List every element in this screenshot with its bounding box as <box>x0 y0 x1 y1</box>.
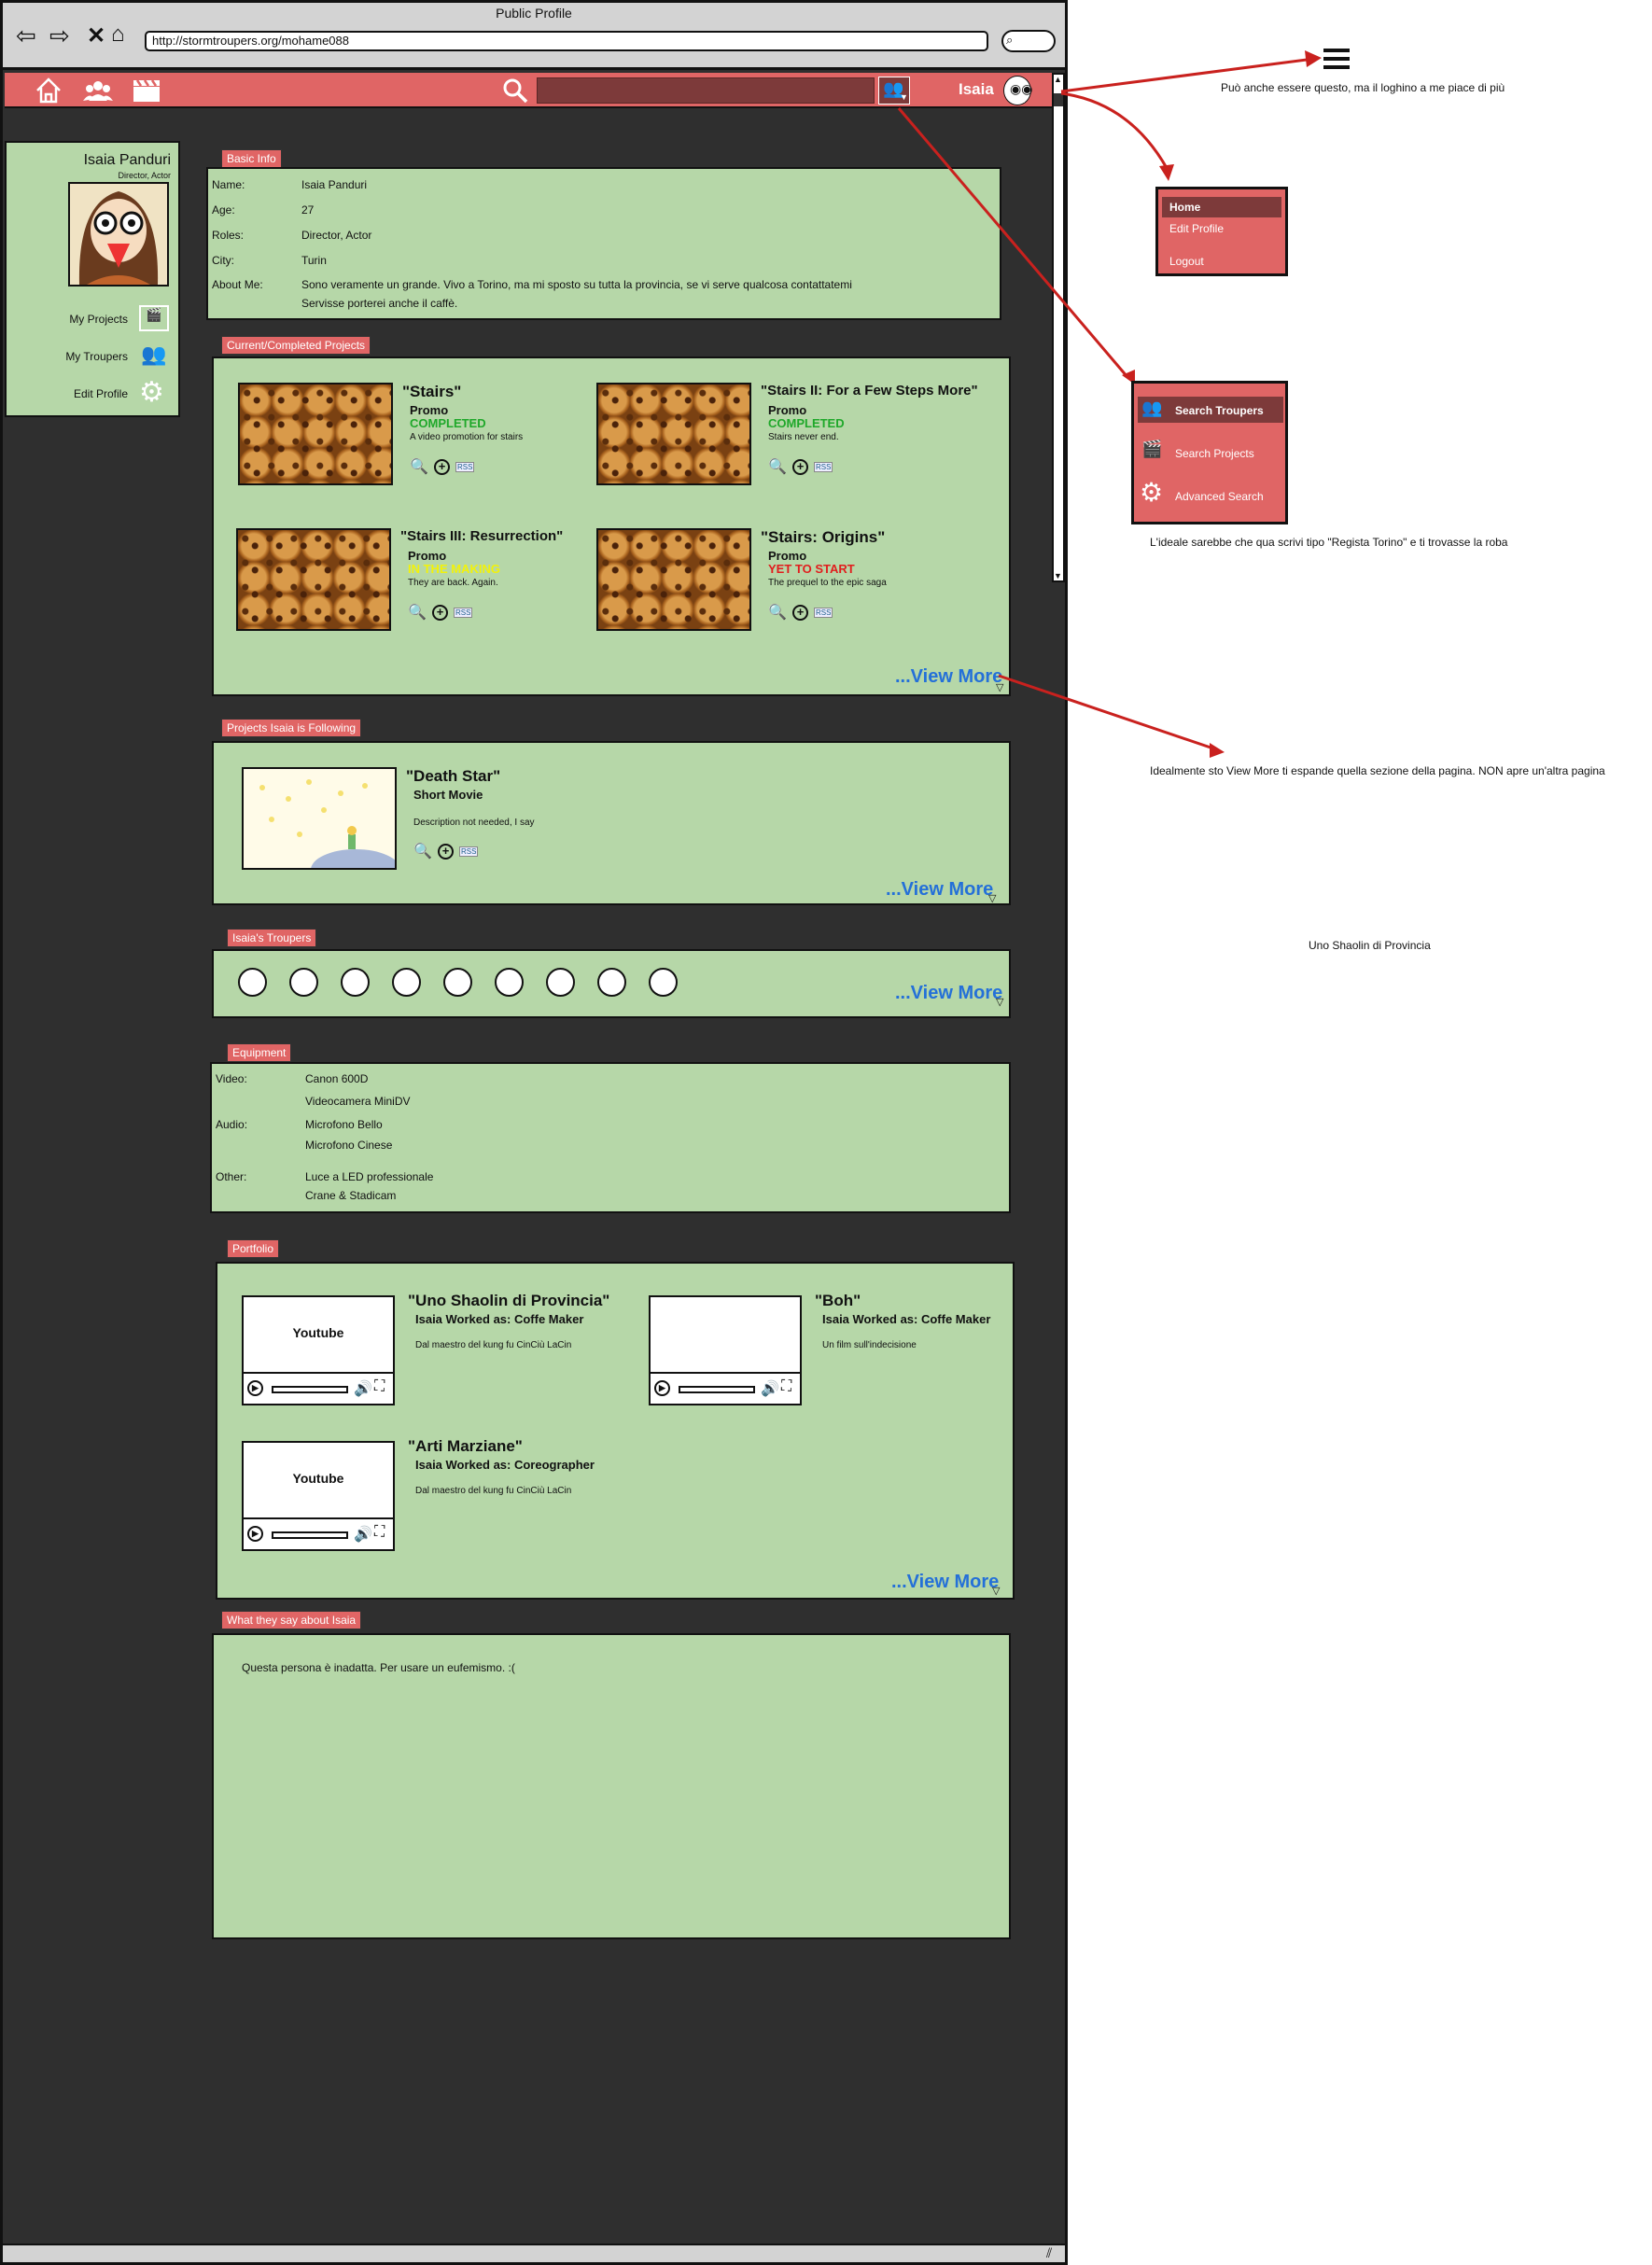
expand-triangle-icon[interactable]: ▽ <box>996 996 1003 1008</box>
search-note: L'ideale sarebbe che qua scrivi tipo "Re… <box>1150 536 1508 549</box>
trouper-avatar[interactable] <box>495 968 524 997</box>
hamburger-note: Può anche essere questo, ma il loghino a… <box>1221 81 1505 94</box>
zoom-icon[interactable]: 🔍 <box>413 842 432 860</box>
fullscreen-icon[interactable]: ⛶ <box>781 1378 791 1395</box>
equipment-item: Microfono Bello <box>305 1118 383 1131</box>
play-icon[interactable]: ▶ <box>247 1380 263 1396</box>
video-player[interactable]: ▶ 🔊 ⛶ <box>649 1295 802 1405</box>
fullscreen-icon[interactable]: ⛶ <box>374 1378 385 1395</box>
equipment-item: Crane & Stadicam <box>305 1189 397 1202</box>
portfolio-title: Portfolio <box>227 1239 280 1258</box>
gear-icon: ⚙ <box>1140 478 1164 507</box>
trouper-avatar[interactable] <box>546 968 575 997</box>
equipment-item: Microfono Cinese <box>305 1139 393 1152</box>
arrow-to-user-menu <box>1060 91 1169 169</box>
menu-item-edit-profile[interactable]: Edit Profile <box>1169 222 1224 235</box>
user-dropdown-menu: Home Edit Profile Logout <box>1155 187 1288 276</box>
troupers-title: Isaia's Troupers <box>227 929 317 947</box>
video-controls: ▶ 🔊 ⛶ <box>244 1372 393 1404</box>
equipment-label: Other: <box>216 1170 247 1183</box>
view-more-note: Idealmente sto View More ti espande quel… <box>1150 764 1605 777</box>
volume-icon[interactable]: 🔊 <box>761 1379 779 1398</box>
portfolio-desc: Dal maestro del kung fu CinCiù LaCin <box>415 1486 572 1496</box>
menu-item-logout[interactable]: Logout <box>1169 255 1204 268</box>
menu-item-home[interactable]: Home <box>1169 201 1200 214</box>
trouper-avatar[interactable] <box>443 968 472 997</box>
portfolio-role: Isaia Worked as: Coffe Maker <box>415 1312 584 1326</box>
equipment-label: Video: <box>216 1072 247 1085</box>
equipment-item: Canon 600D <box>305 1072 369 1085</box>
equipment-item: Videocamera MiniDV <box>305 1095 411 1108</box>
search-dropdown-menu: 👥 Search Troupers 🎬 Search Projects ⚙ Ad… <box>1131 381 1288 524</box>
portfolio-desc: Un film sull'indecisione <box>822 1340 917 1350</box>
annotation-arrows <box>897 50 1322 758</box>
hamburger-menu-icon <box>1323 49 1350 69</box>
portfolio-desc: Dal maestro del kung fu CinCiù LaCin <box>415 1340 572 1350</box>
arrow-to-search-menu <box>897 107 1129 378</box>
menu-item-search-troupers[interactable]: Search Troupers <box>1175 404 1264 417</box>
equipment-panel: Video: Canon 600D Videocamera MiniDV Aud… <box>210 1062 1011 1213</box>
play-icon[interactable]: ▶ <box>654 1380 670 1396</box>
arrow-to-view-more-note <box>998 674 1214 750</box>
video-player-label: Youtube <box>292 1471 344 1486</box>
menu-item-search-projects[interactable]: Search Projects <box>1175 447 1254 460</box>
view-more-link[interactable]: ...View More <box>895 983 1002 1004</box>
add-icon[interactable]: + <box>438 843 454 860</box>
project-actions: 🔍 + RSS <box>413 842 479 860</box>
trouper-avatar[interactable] <box>238 968 267 997</box>
reviews-panel: Questa persona è inadatta. Per usare un … <box>212 1633 1011 1939</box>
equipment-item: Luce a LED professionale <box>305 1170 434 1183</box>
resize-grip-icon[interactable]: ⫽ <box>1046 2245 1052 2261</box>
trouper-avatar[interactable] <box>597 968 626 997</box>
expand-triangle-icon[interactable]: ▽ <box>988 892 996 904</box>
video-progress-bar[interactable] <box>272 1531 348 1539</box>
loose-note: Uno Shaolin di Provincia <box>1309 939 1431 952</box>
video-controls: ▶ 🔊 ⛶ <box>651 1372 800 1404</box>
portfolio-role: Isaia Worked as: Coreographer <box>415 1458 595 1472</box>
equipment-title: Equipment <box>227 1043 292 1062</box>
portfolio-role: Isaia Worked as: Coffe Maker <box>822 1312 991 1326</box>
horizontal-scrollbar[interactable]: ⫽ <box>3 2244 1065 2262</box>
rss-icon[interactable]: RSS <box>459 846 479 857</box>
volume-icon[interactable]: 🔊 <box>354 1379 372 1398</box>
portfolio-title-item[interactable]: "Arti Marziane" <box>408 1437 523 1456</box>
video-player[interactable]: Youtube ▶ 🔊 ⛶ <box>242 1441 395 1551</box>
volume-icon[interactable]: 🔊 <box>354 1525 372 1544</box>
video-progress-bar[interactable] <box>272 1386 348 1393</box>
play-icon[interactable]: ▶ <box>247 1526 263 1542</box>
fullscreen-icon[interactable]: ⛶ <box>374 1524 385 1541</box>
video-player[interactable]: Youtube ▶ 🔊 ⛶ <box>242 1295 395 1405</box>
video-controls: ▶ 🔊 ⛶ <box>244 1517 393 1549</box>
view-more-link[interactable]: ...View More <box>891 1572 999 1593</box>
reviews-title: What they say about Isaia <box>221 1611 362 1629</box>
portfolio-title-item[interactable]: "Uno Shaolin di Provincia" <box>408 1292 609 1310</box>
view-more-link[interactable]: ...View More <box>886 879 993 901</box>
people-icon: 👥 <box>1141 398 1163 417</box>
portfolio-panel: Youtube ▶ 🔊 ⛶ "Uno Shaolin di Provincia"… <box>216 1262 1015 1600</box>
expand-triangle-icon[interactable]: ▽ <box>992 1585 1000 1597</box>
review-text: Questa persona è inadatta. Per usare un … <box>242 1661 515 1674</box>
video-player-label: Youtube <box>292 1325 344 1340</box>
trouper-avatar[interactable] <box>649 968 678 997</box>
equipment-label: Audio: <box>216 1118 248 1131</box>
trouper-avatar[interactable] <box>341 968 370 997</box>
portfolio-title-item[interactable]: "Boh" <box>815 1292 861 1310</box>
trouper-avatar[interactable] <box>289 968 318 997</box>
troupers-panel: ...View More ▽ <box>212 949 1011 1018</box>
menu-item-advanced-search[interactable]: Advanced Search <box>1175 490 1264 503</box>
trouper-avatar[interactable] <box>392 968 421 997</box>
clapper-icon: 🎬 <box>1141 440 1163 458</box>
video-progress-bar[interactable] <box>679 1386 755 1393</box>
